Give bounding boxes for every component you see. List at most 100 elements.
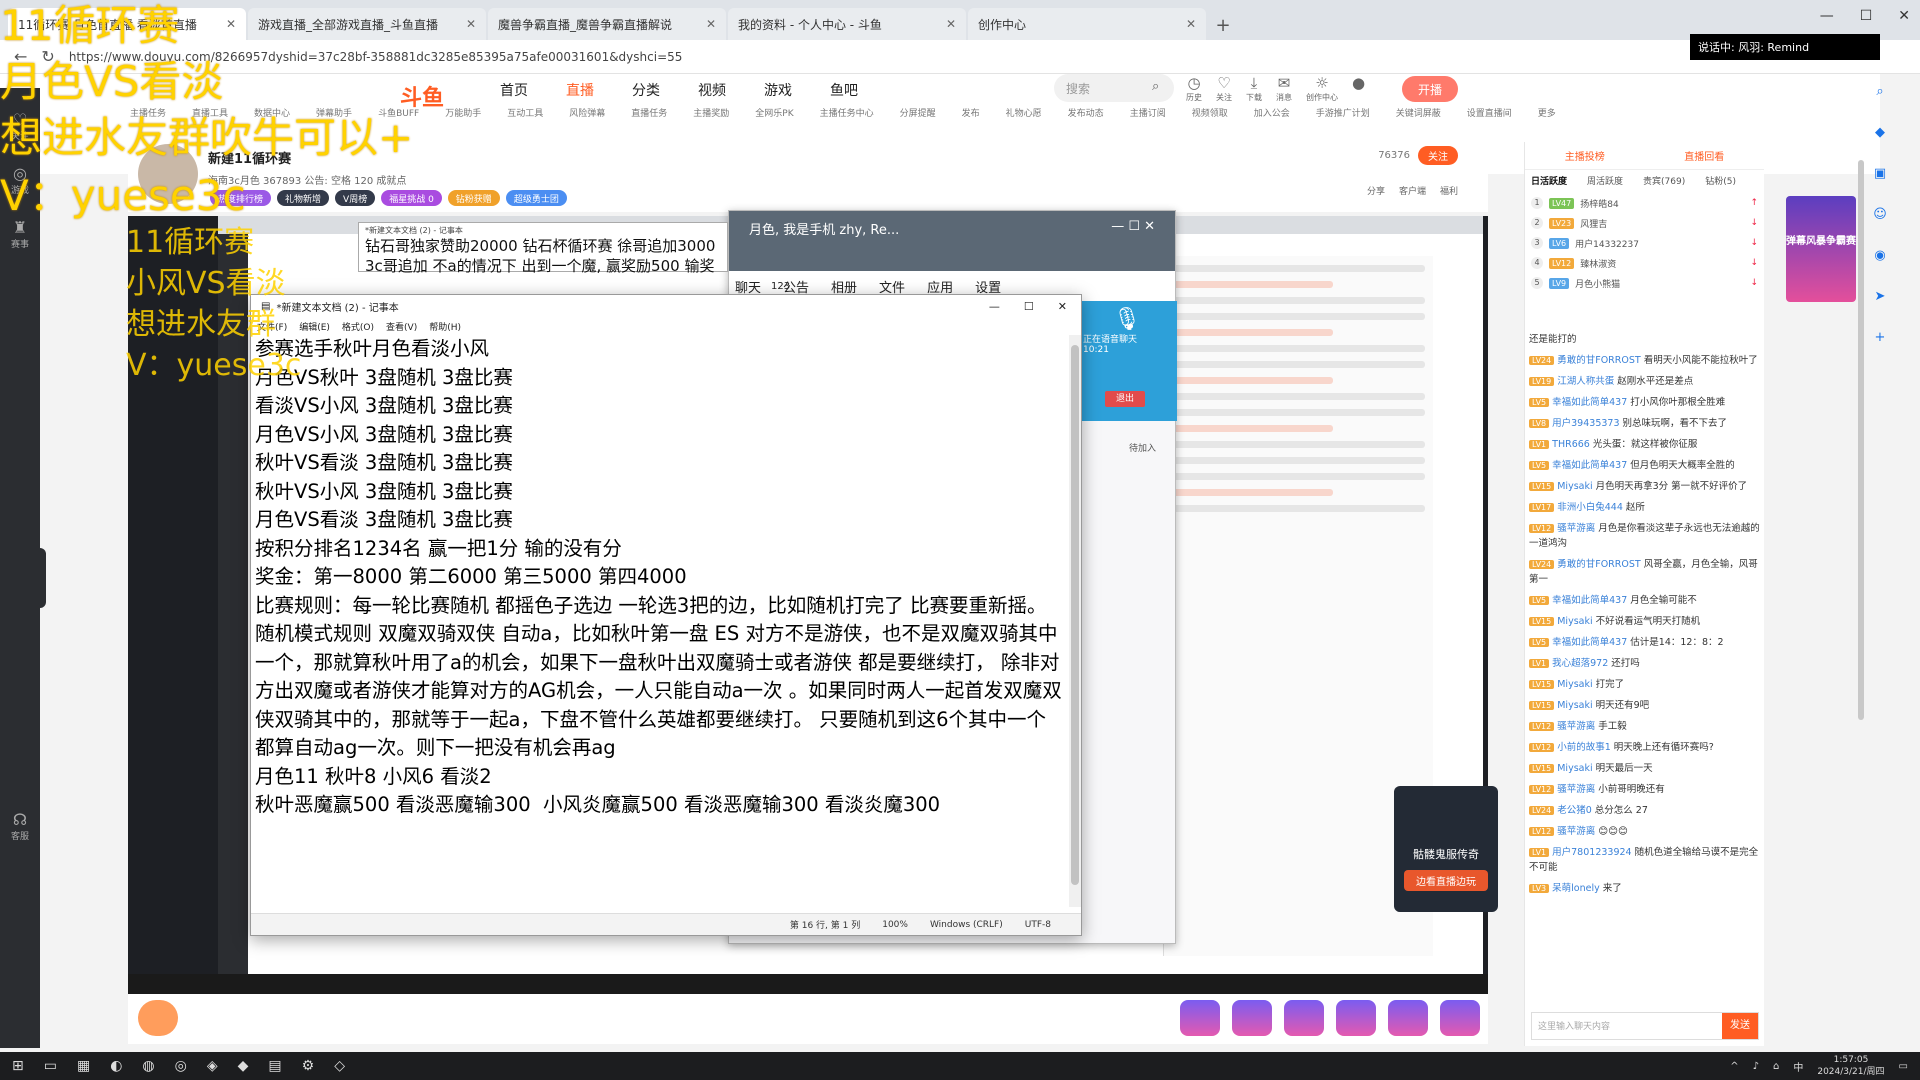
- nav-category[interactable]: 分类: [632, 80, 660, 100]
- bag-icon[interactable]: ▣: [1874, 166, 1886, 181]
- menu-edit[interactable]: 编辑(E): [299, 320, 330, 333]
- qq-icon[interactable]: ◐: [110, 1058, 122, 1074]
- tab-daily[interactable]: 日活跃度: [1531, 174, 1567, 187]
- follow-button[interactable]: 关注: [1418, 146, 1458, 165]
- search-icon[interactable]: ⌕: [1876, 84, 1883, 99]
- browser-tab-1[interactable]: 11循环赛 月色首直播 看淡首直播 ✕: [8, 8, 246, 40]
- sub-nav-item[interactable]: 主播任务: [130, 106, 166, 119]
- browser-tab-5[interactable]: 创作中心 ✕: [968, 8, 1206, 40]
- app-icon[interactable]: ◎: [175, 1058, 187, 1074]
- game-promo[interactable]: 骷髅鬼服传奇 边看直播边玩: [1394, 786, 1498, 912]
- scroll-thumb[interactable]: [1071, 345, 1079, 885]
- chat-username[interactable]: 非洲小白兔444: [1557, 502, 1623, 513]
- sub-nav-item[interactable]: 斗鱼BUFF: [378, 106, 419, 119]
- chat-username[interactable]: 勇敢的甘FORROST: [1557, 355, 1640, 366]
- chat-username[interactable]: 骚苹游离: [1557, 523, 1595, 534]
- gift-item[interactable]: [1440, 1000, 1480, 1036]
- badge[interactable]: 福星挑战 0: [381, 190, 442, 206]
- badge[interactable]: 热度排行榜: [210, 190, 272, 206]
- chat-username[interactable]: 用户7801233924: [1552, 847, 1631, 858]
- settings-icon[interactable]: ⚙: [302, 1058, 315, 1074]
- badge[interactable]: 超级勇士团: [505, 190, 567, 206]
- sub-nav-item[interactable]: 更多: [1538, 106, 1556, 119]
- sub-nav-item[interactable]: 加入公会: [1254, 106, 1290, 119]
- sub-nav-item[interactable]: 弹幕助手: [316, 106, 352, 119]
- close-window-icon[interactable]: ✕: [1898, 8, 1910, 24]
- tab-weekly[interactable]: 周活跃度: [1587, 174, 1623, 187]
- taskbar-clock[interactable]: 1:57:05 2024/3/21/周四: [1817, 1054, 1884, 1078]
- close-icon[interactable]: ✕: [1186, 17, 1196, 31]
- person-icon[interactable]: ☺: [1873, 207, 1887, 222]
- send-button[interactable]: 发送: [1722, 1013, 1758, 1039]
- sub-nav-item[interactable]: 视频领取: [1192, 106, 1228, 119]
- minimize-icon[interactable]: —: [989, 300, 1000, 313]
- chat-username[interactable]: 老公猪0: [1557, 805, 1592, 816]
- chat-username[interactable]: Miysaki: [1557, 763, 1592, 774]
- chat-username[interactable]: Miysaki: [1557, 481, 1592, 492]
- close-icon[interactable]: ✕: [946, 17, 956, 31]
- new-tab-icon[interactable]: +: [1208, 10, 1238, 40]
- sub-nav-item[interactable]: 互动工具: [507, 106, 543, 119]
- chat-username[interactable]: 江湖人称共蛋: [1557, 376, 1614, 387]
- rank-row[interactable]: 3 LV6 用户14332237 ↓: [1531, 233, 1758, 253]
- gem-icon[interactable]: ◆: [1875, 125, 1885, 140]
- sub-nav-item[interactable]: 分屏提醒: [900, 106, 936, 119]
- close-icon[interactable]: ✕: [706, 17, 716, 31]
- network-icon[interactable]: ⌂: [1773, 1061, 1779, 1072]
- event-ad[interactable]: 弹幕风暴争霸赛: [1786, 196, 1856, 302]
- creator-button[interactable]: ☼ 创作中心: [1306, 74, 1338, 103]
- message-button[interactable]: ✉ 消息: [1276, 74, 1292, 103]
- browser-tab-4[interactable]: 我的资料 - 个人中心 - 斗鱼 ✕: [728, 8, 966, 40]
- gift-item[interactable]: [1336, 1000, 1376, 1036]
- notification-icon[interactable]: ▭: [1899, 1061, 1908, 1072]
- menu-file[interactable]: 文件(F): [257, 320, 287, 333]
- chat-username[interactable]: THR666: [1552, 439, 1590, 450]
- sub-nav-item[interactable]: 万能助手: [445, 106, 481, 119]
- refresh-icon[interactable]: ↻: [41, 47, 54, 66]
- volume-icon[interactable]: ♪: [1753, 1061, 1759, 1072]
- rail-events[interactable]: ♜ 赛事: [0, 218, 40, 250]
- tab-anchor-rank[interactable]: 主播投榜: [1565, 148, 1605, 163]
- nav-home[interactable]: 首页: [500, 80, 528, 100]
- notepad-scrollbar[interactable]: [1069, 335, 1081, 907]
- sub-nav-item[interactable]: 主播奖励: [693, 106, 729, 119]
- sub-nav-item[interactable]: 发布动态: [1068, 106, 1104, 119]
- badge[interactable]: 钻粉获赠: [447, 190, 500, 206]
- share-button[interactable]: 分享: [1367, 184, 1385, 197]
- nav-yuba[interactable]: 鱼吧: [830, 80, 858, 100]
- sub-nav-item[interactable]: 数据中心: [254, 106, 290, 119]
- url-field[interactable]: https://www.douyu.com/8266957dyshid=37c2…: [69, 50, 1920, 64]
- rank-row[interactable]: 5 LV9 月色小熊猫 ↓: [1531, 273, 1758, 293]
- chat-username[interactable]: 骚苹游离: [1557, 826, 1595, 837]
- sub-nav-item[interactable]: 发布: [962, 106, 980, 119]
- app-icon[interactable]: ◈: [207, 1058, 218, 1074]
- chat-username[interactable]: 骚苹游离: [1557, 784, 1595, 795]
- follow-button[interactable]: ♡ 关注: [1216, 74, 1232, 103]
- app-icon[interactable]: ◇: [334, 1058, 345, 1074]
- promo-button[interactable]: 边看直播边玩: [1404, 870, 1488, 891]
- page-scrollbar[interactable]: [1858, 160, 1864, 720]
- chat-username[interactable]: 幸福如此简单437: [1552, 595, 1627, 606]
- gift-item[interactable]: [1284, 1000, 1324, 1036]
- store-icon[interactable]: ▦: [77, 1058, 90, 1074]
- browser-tab-3[interactable]: 魔兽争霸直播_魔兽争霸直播解说 ✕: [488, 8, 726, 40]
- sub-nav-item[interactable]: 礼物心愿: [1006, 106, 1042, 119]
- chat-username[interactable]: 呆萌lonely: [1552, 883, 1600, 894]
- close-icon[interactable]: ✕: [1058, 300, 1067, 313]
- sub-nav-item[interactable]: 主播订阅: [1130, 106, 1166, 119]
- client-button[interactable]: 客户端: [1399, 184, 1426, 197]
- gift-item[interactable]: [1180, 1000, 1220, 1036]
- chat-username[interactable]: 幸福如此简单437: [1552, 637, 1627, 648]
- sub-nav-item[interactable]: 全网乐PK: [755, 106, 793, 119]
- rail-service[interactable]: ☊ 客服: [0, 810, 40, 842]
- close-icon[interactable]: ✕: [466, 17, 476, 31]
- tab-diamond[interactable]: 钻粉(5): [1705, 174, 1736, 187]
- menu-help[interactable]: 帮助(H): [429, 320, 461, 333]
- notepad-text-area[interactable]: 参赛选手秋叶月色看淡小风 月色VS秋叶 3盘随机 3盘比赛 看淡VS小风 3盘随…: [255, 335, 1065, 907]
- gift-item[interactable]: [1232, 1000, 1272, 1036]
- sub-nav-item[interactable]: 主播任务中心: [820, 106, 874, 119]
- anchor-avatar[interactable]: [138, 144, 198, 204]
- nav-games[interactable]: 游戏: [764, 80, 792, 100]
- tab-replay[interactable]: 直播回看: [1684, 148, 1724, 163]
- search-icon[interactable]: ⌕: [1152, 79, 1159, 94]
